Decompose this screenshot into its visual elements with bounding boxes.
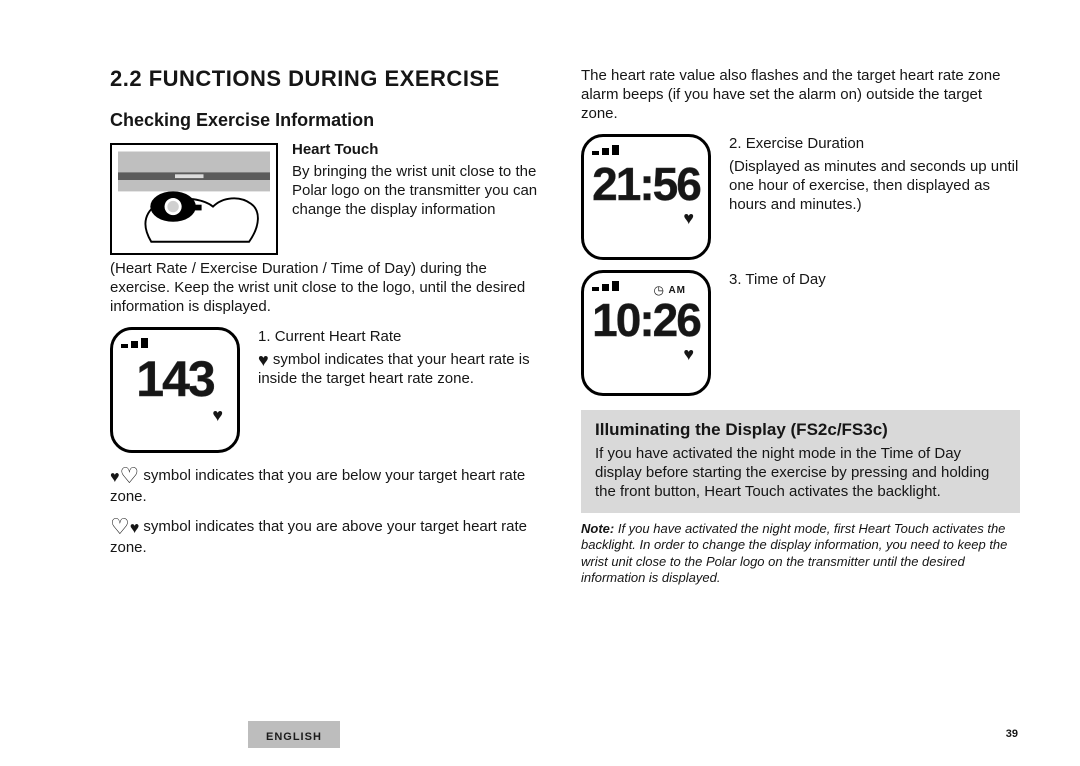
watch-duration: 21:56 ♥: [581, 134, 711, 260]
page-footer: ENGLISH 39: [0, 714, 1080, 748]
signal-bars-icon: [121, 338, 229, 348]
heart-solid-icon: ♥: [258, 351, 269, 369]
heart-icon: ♥: [212, 406, 223, 424]
checking-subheading: Checking Exercise Information: [110, 110, 549, 131]
heart-touch-illustration: [118, 151, 270, 247]
below-zone-text: ♥♡ symbol indicates that you are below y…: [110, 465, 549, 506]
heart-outline-icon: ♡: [110, 516, 130, 538]
item-1-label: 1. Current Heart Rate: [258, 327, 549, 346]
clock-icon: ◷: [654, 283, 664, 297]
watch-duration-value: 21:56: [592, 161, 700, 207]
right-column: The heart rate value also flashes and th…: [581, 60, 1020, 700]
watch-heart-rate: 143 ♥: [110, 327, 240, 453]
signal-bars-icon: [592, 145, 700, 155]
left-column: 2.2 FUNCTIONS DURING EXERCISE Checking E…: [110, 60, 549, 700]
top-paragraph: The heart rate value also flashes and th…: [581, 66, 1020, 124]
illuminating-heading: Illuminating the Display (FS2c/FS3c): [595, 420, 1006, 440]
heart-small-solid-icon: ♥: [130, 521, 140, 537]
item-2-label: 2. Exercise Duration: [729, 134, 1020, 153]
heart-icon: ♥: [683, 209, 694, 227]
item-1-row: 143 ♥ 1. Current Heart Rate ♥ symbol ind…: [110, 327, 549, 453]
ampm-label: AM: [668, 285, 686, 296]
page-number: 39: [1006, 728, 1018, 740]
heart-outline-icon: ♡: [120, 465, 140, 487]
section-heading: 2.2 FUNCTIONS DURING EXERCISE: [110, 66, 549, 92]
item-1-sub: ♥ symbol indicates that your heart rate …: [258, 350, 549, 388]
item-3-label: 3. Time of Day: [729, 270, 1020, 289]
heart-touch-text-b: (Heart Rate / Exercise Duration / Time o…: [110, 259, 549, 317]
language-tab: ENGLISH: [248, 721, 340, 748]
watch-time-value: 10:26: [592, 297, 700, 343]
heart-touch-figure: [110, 143, 278, 255]
watch-hr-value: 143: [121, 354, 229, 404]
watch-time: ◷ AM 10:26 ♥: [581, 270, 711, 396]
item-2-row: 21:56 ♥ 2. Exercise Duration (Displayed …: [581, 134, 1020, 260]
heart-small-solid-icon: ♥: [110, 470, 120, 486]
item-3-row: ◷ AM 10:26 ♥ 3. Time of Day: [581, 270, 1020, 396]
note-label: Note:: [581, 521, 614, 536]
heart-icon: ♥: [683, 345, 694, 363]
two-column-layout: 2.2 FUNCTIONS DURING EXERCISE Checking E…: [110, 60, 1020, 700]
manual-page: 2.2 FUNCTIONS DURING EXERCISE Checking E…: [0, 0, 1080, 766]
item-2-sub: (Displayed as minutes and seconds up unt…: [729, 157, 1020, 215]
illuminating-box: Illuminating the Display (FS2c/FS3c) If …: [581, 410, 1020, 514]
note-text: Note: If you have activated the night mo…: [581, 521, 1020, 586]
above-zone-text: ♡♥ symbol indicates that you are above y…: [110, 516, 549, 557]
illuminating-body: If you have activated the night mode in …: [595, 444, 1006, 502]
